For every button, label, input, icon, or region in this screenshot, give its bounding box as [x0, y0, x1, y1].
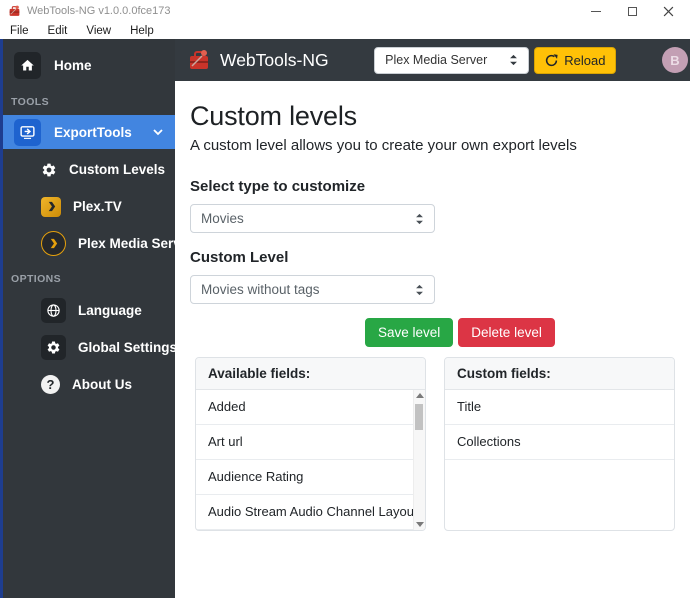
- gear-icon: [41, 335, 66, 360]
- delete-level-button[interactable]: Delete level: [458, 318, 555, 347]
- menu-file[interactable]: File: [10, 25, 29, 37]
- available-field-item[interactable]: Audience Rating: [196, 460, 413, 495]
- window-title: WebTools-NG v1.0.0.0fce173: [27, 5, 171, 17]
- sidebar-item-label: ExportTools: [54, 124, 132, 140]
- custom-level-label: Custom Level: [190, 249, 289, 266]
- export-tools-icon: [14, 118, 41, 146]
- webtools-logo-icon: [187, 49, 211, 71]
- custom-field-item[interactable]: Title: [445, 390, 674, 425]
- server-select[interactable]: Plex Media Server: [374, 46, 530, 74]
- question-icon: ?: [41, 375, 60, 394]
- sidebar-item-plex-media-server[interactable]: Plex Media Server: [3, 225, 212, 262]
- gear-icon: [41, 162, 57, 178]
- plex-tv-icon: [41, 196, 61, 217]
- select-arrows-icon: [509, 54, 518, 66]
- window-titlebar: WebTools-NG v1.0.0.0fce173: [0, 0, 690, 22]
- app-name: WebTools-NG: [220, 49, 329, 70]
- type-select-label: Select type to customize: [190, 178, 366, 195]
- brand: WebTools-NG: [187, 49, 329, 71]
- server-select-value: Plex Media Server: [385, 53, 488, 67]
- main-area: WebTools-NG Plex Media Server Reload B C…: [175, 39, 690, 598]
- chevron-down-icon: [153, 128, 163, 136]
- maximize-icon[interactable]: [626, 5, 638, 17]
- sidebar-item-label: Home: [54, 57, 92, 73]
- available-fields-rows: Added Art url Audience Rating Audio Stre…: [196, 390, 418, 530]
- custom-fields-rows: Title Collections: [445, 390, 674, 460]
- minimize-icon[interactable]: [590, 5, 602, 17]
- available-fields-title: Available fields:: [196, 358, 425, 390]
- sidebar-item-exporttools[interactable]: ExportTools: [3, 115, 175, 149]
- sidebar-section-options: OPTIONS: [11, 273, 62, 285]
- app-header: WebTools-NG Plex Media Server Reload B: [175, 39, 690, 81]
- content: Custom levels A custom level allows you …: [175, 81, 690, 598]
- select-arrows-icon: [415, 284, 424, 296]
- reload-button[interactable]: Reload: [534, 46, 617, 74]
- home-icon: [14, 51, 41, 79]
- window-controls: [590, 5, 684, 17]
- app-frame: Home TOOLS ExportTools Custom Levels Ple…: [0, 39, 690, 598]
- list-scrollbar[interactable]: [413, 390, 425, 530]
- close-icon[interactable]: [662, 5, 674, 17]
- custom-level-select[interactable]: Movies without tags: [190, 275, 435, 304]
- page-subtitle: A custom level allows you to create your…: [190, 137, 577, 154]
- custom-fields-title: Custom fields:: [445, 358, 674, 390]
- plex-media-server-icon: [41, 231, 66, 256]
- menu-view[interactable]: View: [86, 25, 111, 37]
- custom-level-select-value: Movies without tags: [201, 282, 320, 297]
- available-fields-list: Added Art url Audience Rating Audio Stre…: [196, 390, 425, 530]
- menu-edit[interactable]: Edit: [48, 25, 68, 37]
- globe-icon: [41, 298, 66, 323]
- available-field-item[interactable]: Art url: [196, 425, 413, 460]
- sidebar-item-label: Global Settings: [78, 340, 178, 355]
- sidebar-item-plex-tv[interactable]: Plex.TV: [3, 188, 175, 225]
- type-select-value: Movies: [201, 211, 244, 226]
- sidebar-item-label: Custom Levels: [69, 162, 166, 177]
- available-field-item[interactable]: Added: [196, 390, 413, 425]
- page-title: Custom levels: [190, 101, 357, 131]
- avatar[interactable]: B: [662, 47, 688, 73]
- sidebar-item-language[interactable]: Language: [3, 292, 175, 329]
- menu-bar: File Edit View Help: [0, 22, 690, 39]
- sidebar: Home TOOLS ExportTools Custom Levels Ple…: [3, 39, 212, 598]
- save-level-button[interactable]: Save level: [365, 318, 454, 347]
- available-field-item[interactable]: Audio Stream Audio Channel Layout: [196, 495, 418, 530]
- scroll-thumb[interactable]: [415, 404, 423, 430]
- sidebar-item-global-settings[interactable]: Global Settings: [3, 329, 178, 366]
- sidebar-item-home[interactable]: Home: [3, 45, 175, 85]
- level-actions: Save level Delete level: [365, 318, 675, 347]
- custom-field-item[interactable]: Collections: [445, 425, 674, 460]
- sidebar-item-label: Language: [78, 303, 142, 318]
- sidebar-item-label: About Us: [72, 377, 132, 392]
- sidebar-item-custom-levels[interactable]: Custom Levels: [3, 151, 175, 188]
- sidebar-item-about-us[interactable]: ? About Us: [3, 366, 175, 403]
- select-arrows-icon: [415, 213, 424, 225]
- menu-help[interactable]: Help: [130, 25, 154, 37]
- custom-fields-card: Custom fields: Title Collections: [444, 357, 675, 531]
- reload-label: Reload: [564, 52, 606, 68]
- available-fields-card: Available fields: Added Art url Audience…: [195, 357, 426, 531]
- scroll-up-icon[interactable]: [415, 393, 424, 398]
- sidebar-item-label: Plex.TV: [73, 199, 122, 214]
- app-logo-icon: [8, 5, 21, 17]
- sidebar-section-tools: TOOLS: [11, 96, 49, 108]
- custom-fields-list: Title Collections: [445, 390, 674, 530]
- refresh-icon: [545, 53, 558, 67]
- type-select[interactable]: Movies: [190, 204, 435, 233]
- scroll-down-icon[interactable]: [415, 522, 424, 527]
- fields-panels: Available fields: Added Art url Audience…: [195, 357, 675, 531]
